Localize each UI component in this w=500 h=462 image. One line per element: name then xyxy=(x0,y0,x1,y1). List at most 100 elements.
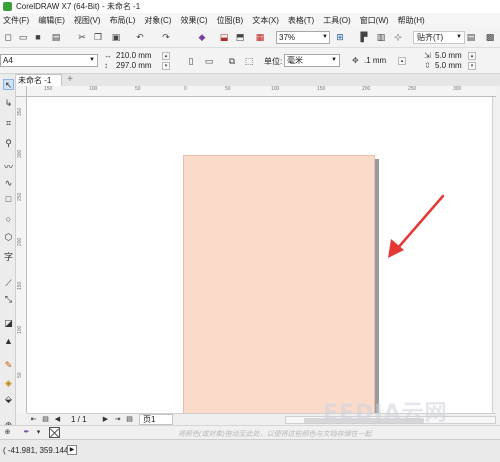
nudge-spinner[interactable]: ▴ xyxy=(398,57,406,65)
paste-icon[interactable]: ▣ xyxy=(110,31,122,43)
smart-fill-tool-icon[interactable]: ⬙ xyxy=(3,394,14,405)
options-icon[interactable]: ▤ xyxy=(465,31,477,43)
app-launcher-icon[interactable]: ▩ xyxy=(484,31,496,43)
duplicate-x-field[interactable]: 5.0 mm xyxy=(435,51,462,60)
nudge-distance-field[interactable]: .1 mm xyxy=(364,56,386,65)
next-page-icon[interactable]: ▶ xyxy=(101,415,110,424)
chevron-down-icon[interactable]: ▾ xyxy=(34,428,43,437)
palette-menu-icon[interactable]: ⊕ xyxy=(3,428,12,437)
cut-icon[interactable]: ✂ xyxy=(76,31,88,43)
menu-layout[interactable]: 布局(L) xyxy=(110,15,136,26)
text-tool-icon[interactable]: 字 xyxy=(3,252,14,263)
eyedropper-tool-icon[interactable]: ✎ xyxy=(3,360,14,371)
all-pages-icon[interactable]: ⧉ xyxy=(226,55,238,67)
page-tab[interactable]: 页1 xyxy=(139,414,173,425)
ruler-tick: 150 xyxy=(317,86,326,92)
height-icon: ↕ xyxy=(104,61,108,70)
landscape-icon[interactable]: ▭ xyxy=(203,55,215,67)
snap-to-dropdown[interactable]: 贴齐(T) ▼ xyxy=(413,31,465,44)
search-content-icon[interactable]: ◆ xyxy=(196,31,208,43)
nudge-icon: ✥ xyxy=(352,56,359,65)
menu-window[interactable]: 窗口(W) xyxy=(360,15,389,26)
drop-shadow-tool-icon[interactable]: ◪ xyxy=(3,318,14,329)
current-page-icon[interactable]: ⬚ xyxy=(243,55,255,67)
height-spinner[interactable]: ▾ xyxy=(162,62,170,70)
menu-table[interactable]: 表格(T) xyxy=(288,15,314,26)
print-icon[interactable]: ▤ xyxy=(50,31,62,43)
freehand-tool-icon[interactable]: 〰 xyxy=(3,162,14,173)
vertical-scrollbar[interactable] xyxy=(492,97,500,413)
ruler-tick: 250 xyxy=(17,192,23,201)
page-height-field[interactable]: 297.0 mm xyxy=(116,61,152,70)
vertical-ruler[interactable]: 350 300 250 200 150 100 50 毫米 xyxy=(16,86,27,413)
zoom-level-select[interactable]: 37% ▼ xyxy=(276,31,330,44)
save-icon[interactable]: ■ xyxy=(32,31,44,43)
menu-bar: 文件(F) 编辑(E) 视图(V) 布局(L) 对象(C) 效果(C) 位图(B… xyxy=(0,13,500,27)
rulers-icon[interactable]: ▛ xyxy=(358,31,370,43)
transparency-tool-icon[interactable]: ▲ xyxy=(3,336,14,347)
publish-pdf-icon[interactable]: ▦ xyxy=(254,31,266,43)
ruler-origin-corner[interactable] xyxy=(16,86,27,97)
crop-tool-icon[interactable]: ⌗ xyxy=(3,118,14,129)
duplicate-y-field[interactable]: 5.0 mm xyxy=(435,61,462,70)
ellipse-tool-icon[interactable]: ○ xyxy=(3,214,14,225)
rectangle-tool-icon[interactable]: □ xyxy=(3,194,14,205)
width-spinner[interactable]: ▴ xyxy=(162,52,170,60)
parallel-dimension-tool-icon[interactable]: ⟋ xyxy=(3,278,14,289)
guidelines-icon[interactable]: ⊹ xyxy=(392,31,404,43)
menu-bitmaps[interactable]: 位图(B) xyxy=(217,15,244,26)
import-icon[interactable]: ⬓ xyxy=(218,31,230,43)
copy-icon[interactable]: ❐ xyxy=(92,31,104,43)
document-palette: ⊕ ✒ ▾ 将颜色(或对象)拖动至此处，以便将这些颜色与文档存储在一起 xyxy=(0,425,500,439)
connector-tool-icon[interactable]: ⤡ xyxy=(3,294,14,305)
previous-page-icon[interactable]: ◀ xyxy=(53,415,62,424)
document-tab[interactable]: 未命名 -1 xyxy=(14,74,62,86)
document-page[interactable] xyxy=(183,155,375,413)
horizontal-ruler[interactable]: 150 100 50 0 50 100 150 200 250 300 xyxy=(27,86,496,97)
insert-page-before-icon[interactable]: ▤ xyxy=(41,415,50,424)
new-icon[interactable]: ◻ xyxy=(2,31,14,43)
full-screen-icon[interactable]: ⊞ xyxy=(334,31,346,43)
menu-object[interactable]: 对象(C) xyxy=(144,15,171,26)
redo-icon[interactable]: ↷ xyxy=(160,31,172,43)
open-icon[interactable]: ▭ xyxy=(17,31,29,43)
artistic-media-tool-icon[interactable]: ∿ xyxy=(3,178,14,189)
menu-text[interactable]: 文本(X) xyxy=(252,15,279,26)
menu-help[interactable]: 帮助(H) xyxy=(398,15,425,26)
last-page-icon[interactable]: ⇥ xyxy=(113,415,122,424)
chevron-down-icon: ▼ xyxy=(322,34,328,40)
menu-edit[interactable]: 编辑(E) xyxy=(38,15,65,26)
menu-view[interactable]: 视图(V) xyxy=(74,15,101,26)
units-select[interactable]: 毫米 ▼ xyxy=(284,54,340,67)
zoom-tool-icon[interactable]: ⚲ xyxy=(3,138,14,149)
undo-icon[interactable]: ↶ xyxy=(134,31,146,43)
first-page-icon[interactable]: ⇤ xyxy=(29,415,38,424)
interactive-fill-tool-icon[interactable]: ◈ xyxy=(3,378,14,389)
portrait-icon[interactable]: ▯ xyxy=(185,55,197,67)
ruler-tick: 300 xyxy=(453,86,462,92)
polygon-tool-icon[interactable]: ⬡ xyxy=(3,232,14,243)
duplicate-x-spinner[interactable]: ▴ xyxy=(468,52,476,60)
shape-tool-icon[interactable]: ↳ xyxy=(3,98,14,109)
play-icon[interactable]: ▶ xyxy=(67,445,77,455)
page-count: 1 / 1 xyxy=(71,415,87,424)
add-document-icon[interactable]: + xyxy=(65,75,75,85)
window-title: CorelDRAW X7 (64-Bit) - 未命名 -1 xyxy=(16,2,141,11)
menu-file[interactable]: 文件(F) xyxy=(3,15,29,26)
ruler-tick: 350 xyxy=(17,107,23,116)
no-fill-swatch[interactable] xyxy=(49,427,60,438)
fill-pen-icon[interactable]: ✒ xyxy=(22,428,31,437)
palette-hint: 将颜色(或对象)拖动至此处，以便将这些颜色与文档存储在一起 xyxy=(178,431,372,438)
toolbox: ↖ ↳ ⌗ ⚲ 〰 ∿ □ ○ ⬡ 字 ⟋ ⤡ ◪ ▲ ✎ ◈ ⬙ ⊕ xyxy=(0,74,16,439)
duplicate-y-spinner[interactable]: ▾ xyxy=(468,62,476,70)
drawing-canvas[interactable] xyxy=(27,97,496,413)
page-size-select[interactable]: A4 ▼ xyxy=(0,54,98,67)
page-width-field[interactable]: 210.0 mm xyxy=(116,51,152,60)
insert-page-after-icon[interactable]: ▤ xyxy=(125,415,134,424)
export-icon[interactable]: ⬒ xyxy=(234,31,246,43)
grid-icon[interactable]: ▥ xyxy=(375,31,387,43)
menu-tools[interactable]: 工具(O) xyxy=(323,15,351,26)
menu-effects[interactable]: 效果(C) xyxy=(180,15,207,26)
cursor-coordinates: ( -41.981, 359.144 ) xyxy=(3,446,74,455)
pick-tool-icon[interactable]: ↖ xyxy=(3,79,14,90)
